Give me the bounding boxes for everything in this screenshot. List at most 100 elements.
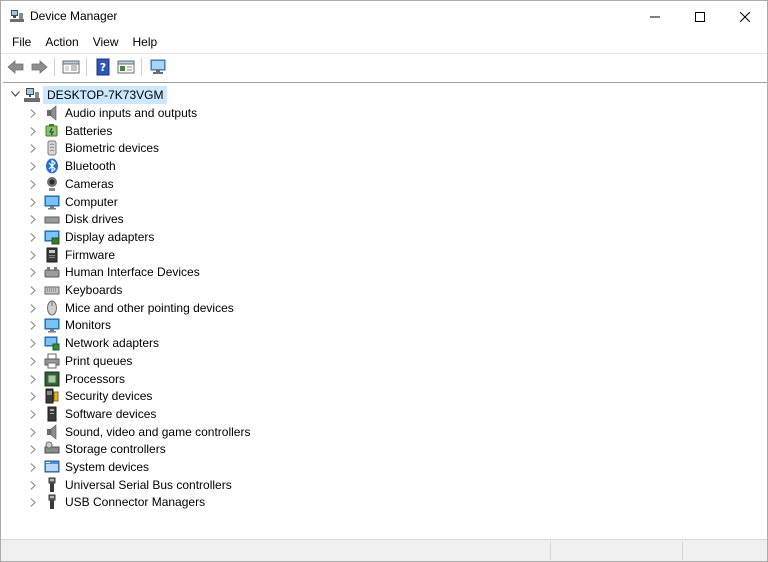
sound-icon (47, 423, 57, 440)
speaker-icon (47, 105, 57, 121)
tree-node-audio-inputs-and-outputs[interactable]: Audio inputs and outputs (3, 104, 403, 122)
tree-node-batteries[interactable]: Batteries (3, 122, 403, 140)
help-button[interactable]: ? (91, 56, 114, 78)
tree-node-network-adapters[interactable]: Network adapters (3, 334, 403, 352)
tree-node-security-devices[interactable]: Security devices (3, 387, 403, 405)
chevron-right-icon[interactable] (30, 144, 36, 154)
storage-controller-icon (44, 441, 60, 454)
tree-node-storage-controllers[interactable]: Storage controllers (3, 440, 403, 458)
tree-node-monitors[interactable]: Monitors (3, 316, 403, 334)
menu-bar: File Action View Help (1, 32, 767, 53)
device-tree[interactable]: DESKTOP-7K73VGM Audio inputs and outputs… (3, 82, 767, 538)
help-icon: ? (96, 58, 109, 76)
bluetooth-icon (46, 158, 58, 174)
tree-node-universal-serial-bus-controllers[interactable]: Universal Serial Bus controllers (3, 476, 403, 494)
tree-node-print-queues[interactable]: Print queues (3, 352, 403, 370)
chevron-right-icon[interactable] (30, 286, 36, 295)
chevron-right-icon[interactable] (30, 463, 36, 472)
status-pane (550, 542, 682, 560)
printer-icon (44, 353, 60, 369)
status-pane (682, 542, 767, 560)
chevron-right-icon[interactable] (30, 197, 36, 207)
minimize-icon (649, 16, 660, 17)
tree-node-label: Human Interface Devices (65, 265, 200, 280)
chevron-right-icon[interactable] (30, 126, 36, 136)
forward-button[interactable] (27, 56, 50, 78)
tree-node-label: Processors (65, 371, 126, 386)
chevron-right-icon[interactable] (30, 232, 36, 242)
tree-node-label: Universal Serial Bus controllers (65, 477, 232, 492)
chevron-right-icon[interactable] (30, 321, 36, 331)
window-title: Device Manager (30, 9, 118, 23)
chevron-right-icon[interactable] (30, 339, 36, 348)
tree-node-processors[interactable]: Processors (3, 370, 403, 388)
security-key-icon (45, 388, 59, 404)
disk-drive-icon (44, 216, 60, 224)
chevron-down-icon[interactable] (11, 91, 20, 97)
hid-icon (44, 267, 60, 278)
device-manager-window: Device Manager File Action View Help ? D… (0, 0, 768, 562)
tree-node-label: Cameras (65, 176, 114, 191)
tree-node-label: Security devices (65, 389, 153, 404)
tree-node-label: Bluetooth (65, 159, 116, 174)
tree-node-cameras[interactable]: Cameras (3, 175, 403, 193)
fingerprint-icon (47, 140, 57, 156)
tree-node-software-devices[interactable]: Software devices (3, 405, 403, 423)
chevron-right-icon[interactable] (30, 392, 36, 402)
chevron-right-icon[interactable] (30, 445, 36, 455)
tree-node-label: Monitors (65, 318, 112, 333)
tree-node-system-devices[interactable]: System devices (3, 458, 403, 476)
menu-help[interactable]: Help (126, 32, 165, 53)
chevron-right-icon[interactable] (30, 109, 36, 118)
tree-node-disk-drives[interactable]: Disk drives (3, 210, 403, 228)
tree-node-mice-and-other-pointing-devices[interactable]: Mice and other pointing devices (3, 299, 403, 317)
show-hide-console-tree-button[interactable] (59, 56, 82, 78)
menu-action[interactable]: Action (38, 32, 85, 53)
tree-node-bluetooth[interactable]: Bluetooth (3, 157, 403, 175)
tree-node-label: System devices (65, 460, 150, 474)
chevron-right-icon[interactable] (30, 268, 36, 278)
tree-node-label: Mice and other pointing devices (65, 300, 234, 315)
back-button[interactable] (4, 56, 27, 78)
firmware-chip-icon (46, 247, 58, 263)
chevron-right-icon[interactable] (30, 374, 36, 384)
chevron-right-icon[interactable] (30, 498, 36, 508)
minimize-button[interactable] (632, 1, 677, 32)
tree-node-firmware[interactable]: Firmware (3, 246, 403, 264)
maximize-button[interactable] (677, 1, 722, 32)
chevron-right-icon[interactable] (30, 427, 36, 437)
scan-hardware-changes-button[interactable] (146, 56, 169, 78)
camera-icon (47, 176, 57, 191)
chevron-right-icon[interactable] (30, 179, 36, 189)
chevron-right-icon[interactable] (30, 162, 36, 171)
toolbar: ? (1, 54, 767, 80)
chevron-right-icon[interactable] (30, 215, 36, 225)
close-button[interactable] (722, 1, 767, 32)
keyboard-icon (44, 286, 60, 295)
tree-node-label: Display adapters (65, 229, 155, 244)
system-devices-icon (44, 460, 60, 473)
monitor-icon (44, 318, 60, 333)
tree-node-biometric-devices[interactable]: Biometric devices (3, 139, 403, 157)
tree-node-usb-connector-managers[interactable]: USB Connector Managers (3, 493, 403, 511)
menu-file[interactable]: File (5, 32, 38, 53)
tree-node-human-interface-devices[interactable]: Human Interface Devices (3, 263, 403, 281)
toolbar-separator (141, 58, 142, 76)
chevron-right-icon[interactable] (30, 480, 36, 490)
chevron-right-icon[interactable] (30, 303, 36, 313)
svg-text:?: ? (99, 61, 105, 74)
device-manager-icon (10, 10, 24, 22)
tree-node-display-adapters[interactable]: Display adapters (3, 228, 403, 246)
tree-node-keyboards[interactable]: Keyboards (3, 281, 403, 299)
chevron-right-icon[interactable] (30, 250, 36, 260)
chevron-right-icon[interactable] (30, 409, 36, 419)
tree-root-node[interactable]: DESKTOP-7K73VGM (3, 86, 203, 104)
tree-node-computer[interactable]: Computer (3, 193, 403, 211)
tree-root-label[interactable]: DESKTOP-7K73VGM (43, 86, 168, 104)
tree-node-sound-video-and-game-controllers[interactable]: Sound, video and game controllers (3, 423, 403, 441)
title-bar[interactable]: Device Manager (1, 1, 767, 32)
network-adapter-icon (44, 336, 60, 351)
chevron-right-icon[interactable] (30, 356, 36, 366)
menu-view[interactable]: View (86, 32, 126, 53)
properties-button[interactable] (114, 56, 137, 78)
